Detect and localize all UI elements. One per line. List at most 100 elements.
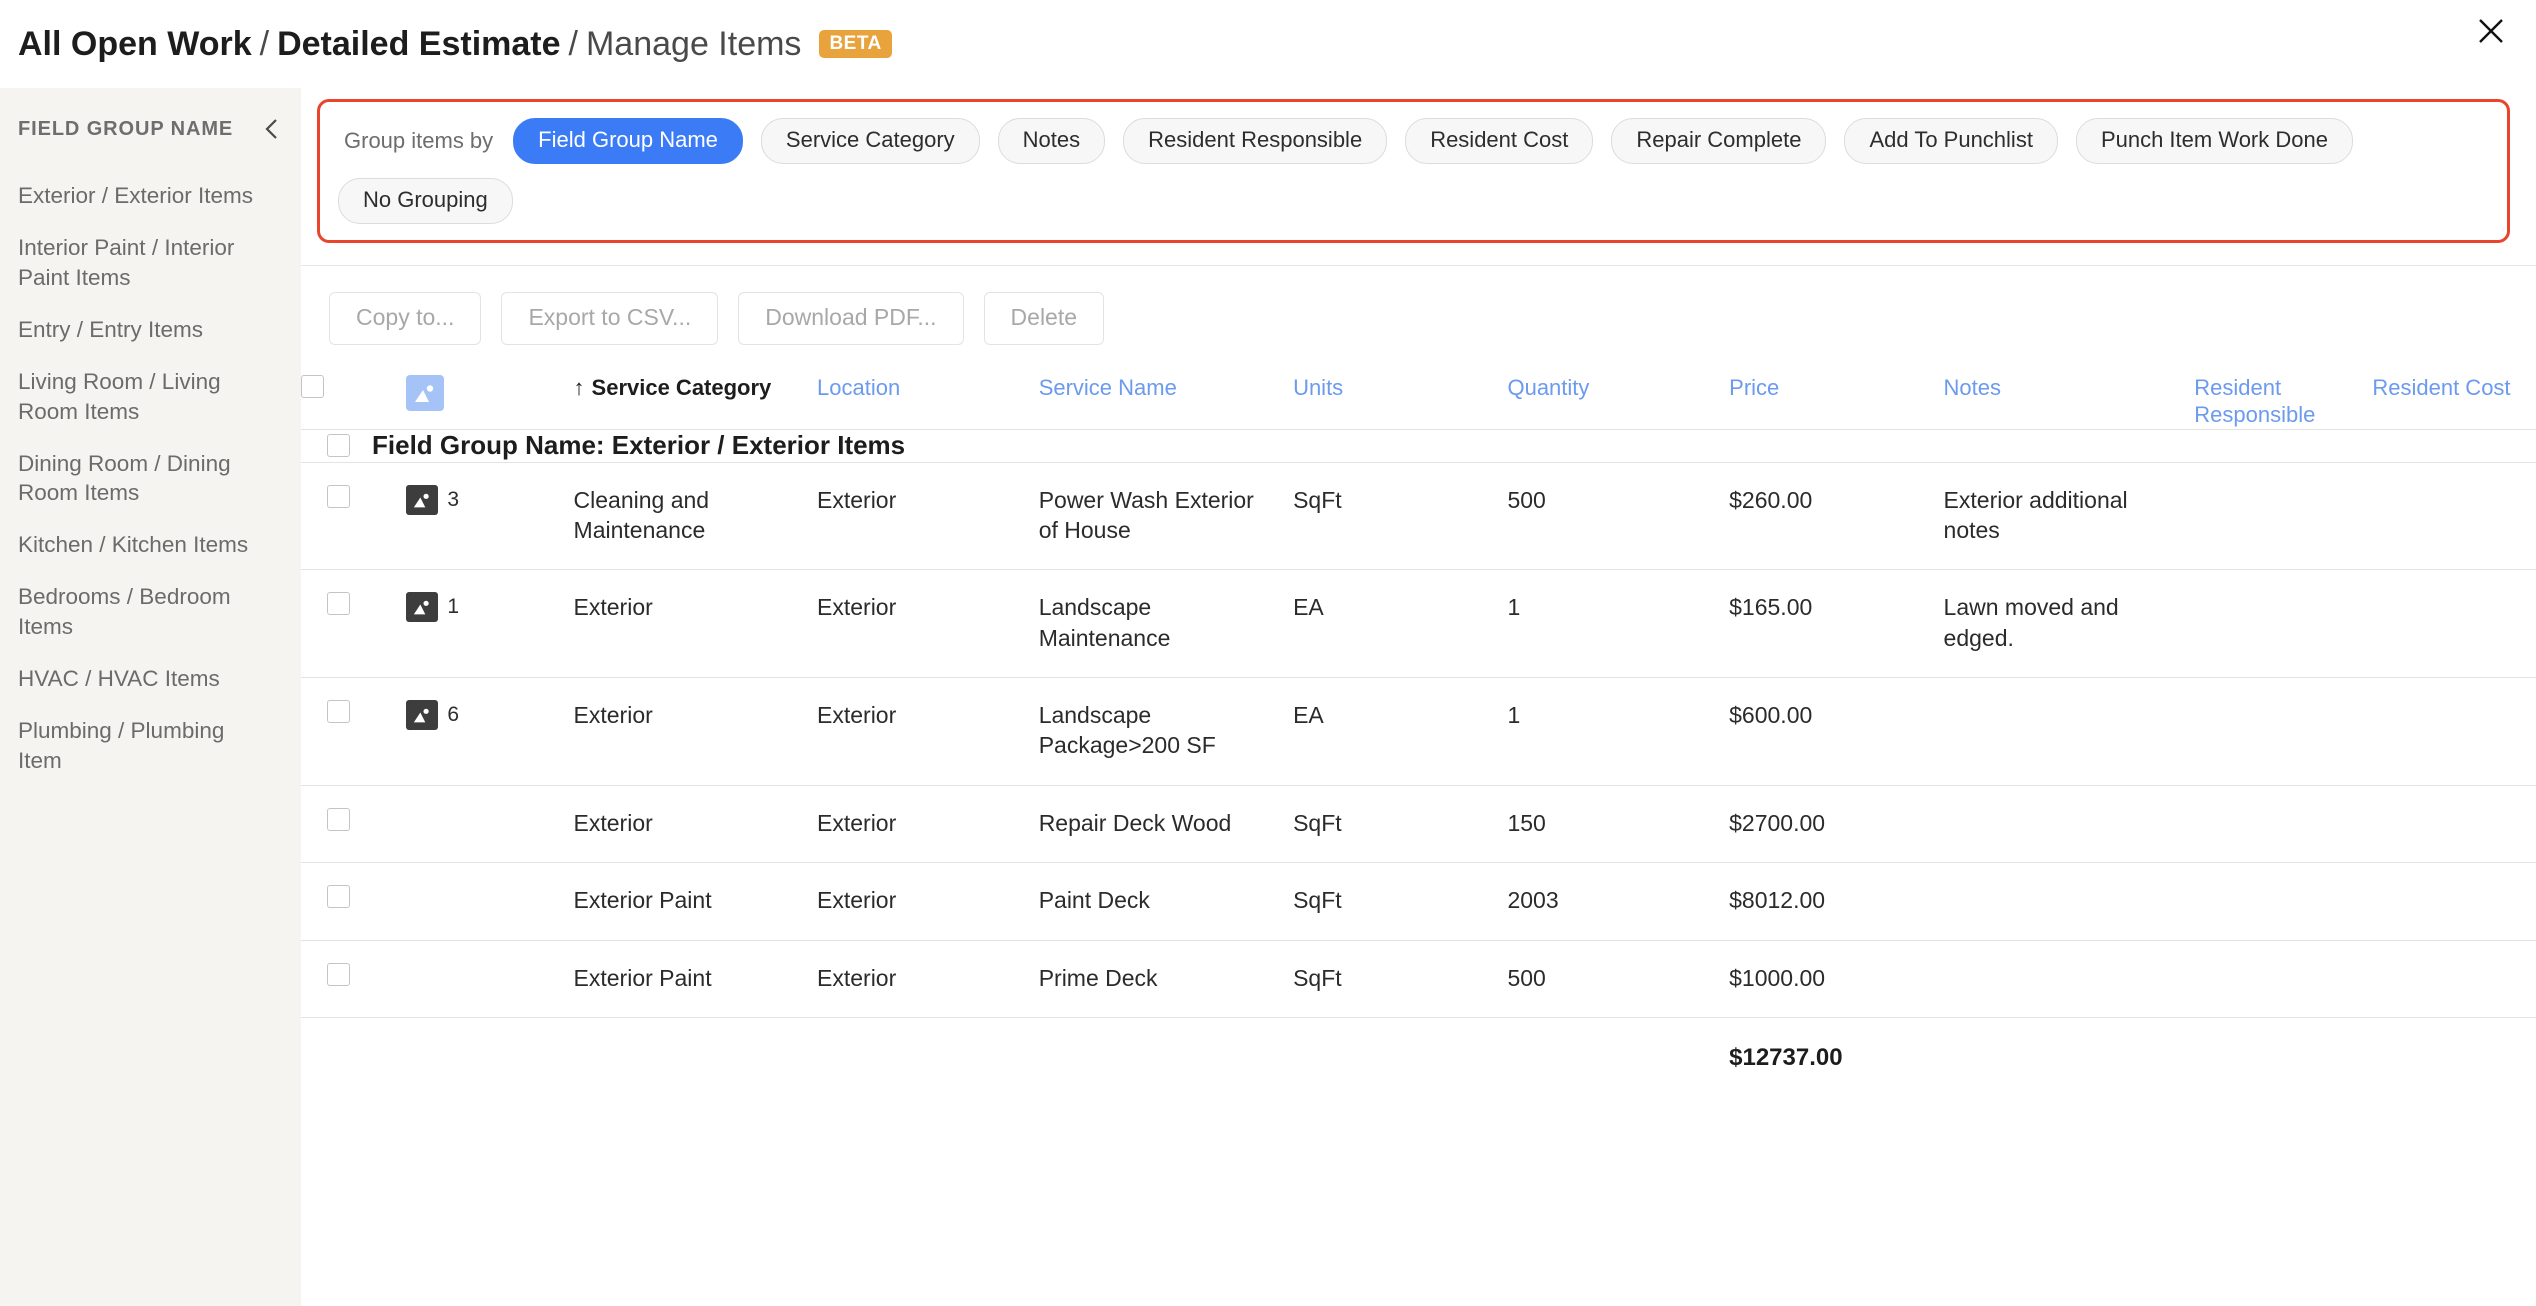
sidebar-item-kitchen[interactable]: Kitchen / Kitchen Items [0, 519, 301, 571]
sidebar-list: Exterior / Exterior Items Interior Paint… [0, 170, 301, 787]
cell-service-category: Exterior [573, 569, 818, 679]
cell-price: $1000.00 [1729, 940, 1944, 1018]
column-header-location[interactable]: Location [817, 375, 1039, 429]
table-row[interactable]: Exterior Paint Exterior Paint Deck SqFt … [301, 862, 2536, 941]
row-checkbox[interactable] [327, 700, 350, 724]
column-header-units[interactable]: Units [1293, 375, 1507, 429]
photo-column-header [406, 375, 573, 429]
cell-location: Exterior [817, 677, 1039, 786]
download-pdf-button[interactable]: Download PDF... [738, 292, 964, 345]
column-header-resident-cost[interactable]: Resident Cost [2372, 375, 2536, 429]
table-row[interactable]: 1 Exterior Exterior Landscape Maintenanc… [301, 569, 2536, 679]
row-checkbox[interactable] [327, 592, 350, 616]
row-photo-cell [406, 785, 574, 864]
column-header-quantity[interactable]: Quantity [1507, 375, 1729, 429]
cell-resident-cost [2372, 569, 2536, 679]
groupby-chip-notes[interactable]: Notes [997, 118, 1106, 164]
cell-service-category: Cleaning and Maintenance [573, 462, 818, 571]
cell-service-category: Exterior [573, 677, 818, 786]
close-button[interactable] [2468, 8, 2514, 54]
table-row[interactable]: Exterior Exterior Repair Deck Wood SqFt … [301, 785, 2536, 864]
photo-count: 1 [447, 595, 460, 619]
cell-quantity: 1 [1507, 677, 1730, 786]
cell-notes [1943, 677, 2195, 786]
breadcrumb-item-all-open-work[interactable]: All Open Work [18, 25, 252, 64]
breadcrumb-item-detailed-estimate[interactable]: Detailed Estimate [277, 25, 560, 64]
select-all-checkbox[interactable] [301, 375, 324, 398]
groupby-chip-punch-item-work-done[interactable]: Punch Item Work Done [2075, 118, 2353, 164]
row-checkbox[interactable] [327, 807, 350, 831]
export-to-csv-button[interactable]: Export to CSV... [501, 292, 719, 345]
cell-price: $600.00 [1729, 677, 1944, 786]
groupby-chip-resident-responsible[interactable]: Resident Responsible [1123, 118, 1388, 164]
sidebar-collapse-button[interactable] [257, 116, 287, 146]
column-header-service-category[interactable]: ↑ Service Category [574, 375, 817, 429]
group-select-checkbox-wrap [301, 430, 350, 462]
sidebar-item-hvac[interactable]: HVAC / HVAC Items [0, 653, 301, 705]
table-row[interactable]: 3 Cleaning and Maintenance Exterior Powe… [301, 462, 2536, 571]
groupby-chip-no-grouping[interactable]: No Grouping [338, 178, 513, 224]
breadcrumb-separator: / [259, 24, 270, 63]
row-photo-cell[interactable]: 6 [406, 677, 574, 786]
sidebar-header: FIELD GROUP NAME [0, 116, 301, 146]
row-photo-cell [406, 940, 574, 1018]
row-select-cell [301, 677, 407, 786]
image-icon [406, 484, 439, 515]
row-photo-cell [406, 862, 574, 941]
cell-units: SqFt [1293, 462, 1508, 571]
groupby-chip-repair-complete[interactable]: Repair Complete [1611, 118, 1827, 164]
cell-location: Exterior [817, 862, 1039, 941]
breadcrumb-item-manage-items: Manage Items [585, 24, 802, 63]
table-row[interactable]: 6 Exterior Exterior Landscape Package>20… [301, 677, 2536, 786]
sidebar-item-exterior[interactable]: Exterior / Exterior Items [0, 170, 301, 222]
group-select-checkbox[interactable] [327, 433, 350, 457]
cell-quantity: 500 [1507, 940, 1730, 1018]
column-header-price[interactable]: Price [1729, 375, 1943, 429]
select-all-header [301, 375, 406, 429]
groupby-chip-add-to-punchlist[interactable]: Add To Punchlist [1844, 118, 2058, 164]
sidebar-item-plumbing[interactable]: Plumbing / Plumbing Item [0, 705, 301, 787]
cell-location: Exterior [817, 940, 1039, 1018]
sidebar-item-interior-paint[interactable]: Interior Paint / Interior Paint Items [0, 222, 301, 304]
copy-to-button[interactable]: Copy to... [329, 292, 482, 345]
row-checkbox[interactable] [327, 484, 350, 508]
cell-units: SqFt [1293, 940, 1508, 1018]
delete-button[interactable]: Delete [983, 292, 1105, 345]
row-checkbox[interactable] [327, 962, 350, 986]
breadcrumb: All Open Work / Detailed Estimate / Mana… [0, 25, 892, 64]
sidebar-item-entry[interactable]: Entry / Entry Items [0, 304, 301, 356]
cell-service-name: Landscape Package>200 SF [1038, 677, 1294, 786]
groupby-chip-service-category[interactable]: Service Category [760, 118, 980, 164]
cell-service-name: Power Wash Exterior of House [1038, 462, 1294, 571]
table-body: Field Group Name: Exterior / Exterior It… [301, 428, 2536, 1098]
sidebar-title: FIELD GROUP NAME [18, 118, 234, 140]
table-row[interactable]: Exterior Paint Exterior Prime Deck SqFt … [301, 940, 2536, 1018]
groupby-chip-resident-cost[interactable]: Resident Cost [1405, 118, 1594, 164]
column-header-service-name[interactable]: Service Name [1039, 375, 1293, 429]
column-header-notes[interactable]: Notes [1944, 375, 2195, 429]
group-items-by-label: Group items by [344, 128, 494, 153]
cell-resident-cost [2372, 940, 2536, 1018]
cell-quantity: 1 [1507, 569, 1730, 679]
page-body: FIELD GROUP NAME Exterior / Exterior Ite… [0, 88, 2536, 1306]
cell-resident-cost [2372, 462, 2536, 571]
cell-service-category: Exterior [573, 785, 818, 864]
cell-quantity: 500 [1507, 462, 1730, 571]
sidebar-item-bedrooms[interactable]: Bedrooms / Bedroom Items [0, 571, 301, 653]
sidebar-item-living-room[interactable]: Living Room / Living Room Items [0, 356, 301, 438]
top-bar: All Open Work / Detailed Estimate / Mana… [0, 0, 2536, 88]
sidebar-item-dining-room[interactable]: Dining Room / Dining Room Items [0, 438, 301, 520]
row-checkbox[interactable] [327, 885, 350, 909]
main-content: Group items by Field Group Name Service … [301, 88, 2536, 1306]
cell-resident-responsible [2194, 940, 2373, 1018]
breadcrumb-separator: / [568, 24, 578, 63]
groupby-chip-field-group-name[interactable]: Field Group Name [513, 118, 743, 164]
row-photo-cell[interactable]: 1 [406, 569, 574, 679]
cell-resident-responsible [2194, 785, 2373, 864]
column-header-resident-responsible[interactable]: Resident Responsible [2194, 375, 2372, 429]
chevron-left-icon [262, 116, 282, 147]
group-items-by-panel: Group items by Field Group Name Service … [317, 99, 2510, 243]
row-photo-cell[interactable]: 3 [406, 462, 574, 571]
image-icon [406, 592, 439, 623]
cell-service-name: Prime Deck [1038, 940, 1294, 1018]
